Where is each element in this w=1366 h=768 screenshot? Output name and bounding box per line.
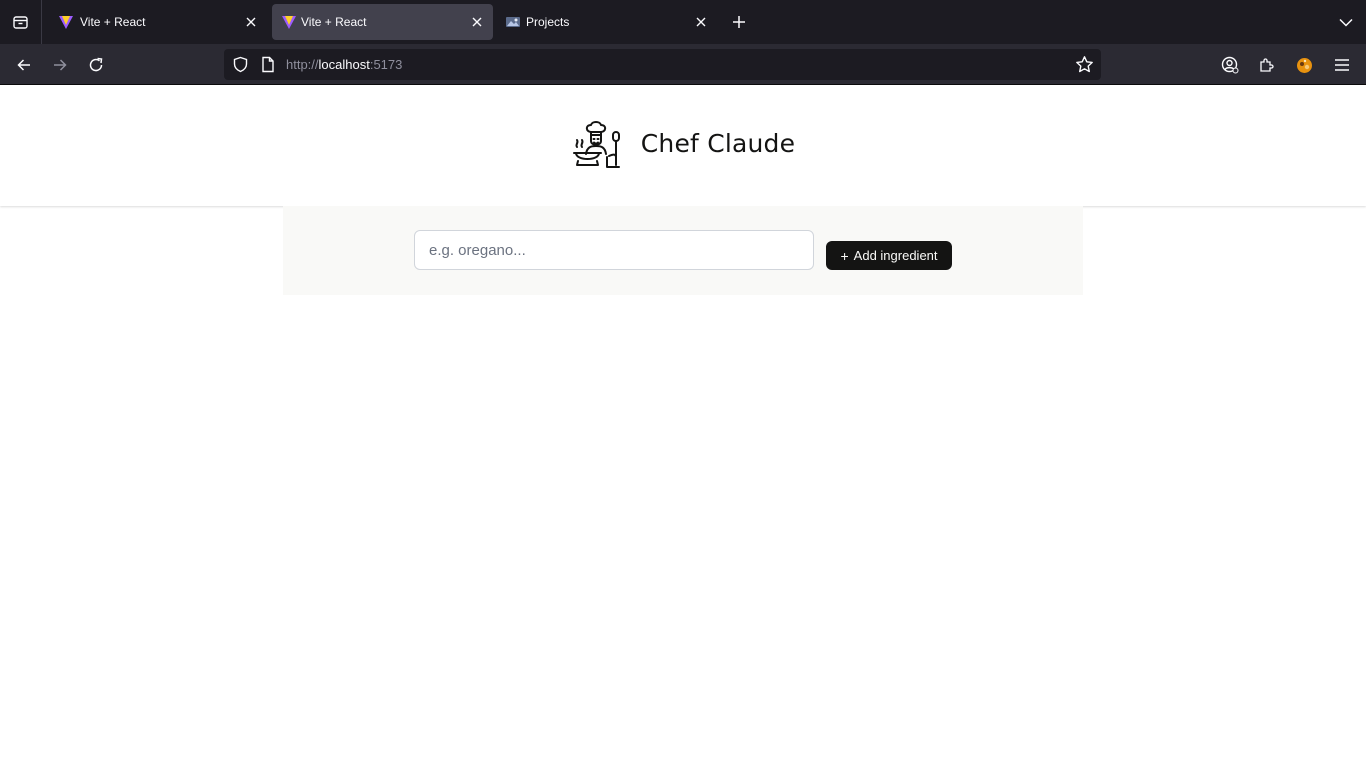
ingredient-input[interactable] — [414, 230, 814, 270]
tab-close-button[interactable] — [243, 14, 259, 30]
tab-title: Vite + React — [80, 15, 146, 29]
puzzle-icon — [1260, 58, 1274, 72]
bookmark-star-icon[interactable] — [1075, 55, 1094, 74]
tab-close-button[interactable] — [693, 14, 709, 30]
chef-icon — [572, 120, 620, 168]
tab-strip: Vite + React Vite + React Projects — [0, 0, 1366, 44]
navigation-toolbar: http://localhost:5173 — [0, 44, 1366, 85]
url-text[interactable]: http://localhost:5173 — [286, 57, 402, 72]
new-tab-button[interactable] — [728, 11, 750, 33]
hamburger-menu-icon — [1335, 59, 1349, 71]
plus-label: + — [840, 247, 849, 264]
projects-icon — [506, 17, 520, 27]
arrow-right-icon — [54, 59, 67, 71]
tab-vite-react-1[interactable]: Vite + React — [47, 4, 267, 40]
url-scheme: http:// — [286, 57, 319, 72]
extensions-button[interactable] — [1254, 53, 1278, 77]
plus-icon — [733, 16, 745, 28]
site-title: Chef Claude — [640, 129, 796, 158]
chevron-down-icon — [1339, 18, 1353, 27]
close-icon — [246, 17, 256, 27]
account-icon — [1221, 56, 1239, 74]
add-ingredient-button[interactable]: + Add ingredient — [826, 241, 952, 270]
add-ingredient-label: Add ingredient — [853, 248, 938, 263]
close-icon — [472, 17, 482, 27]
account-button[interactable] — [1218, 53, 1242, 77]
page-info-icon[interactable] — [260, 56, 276, 73]
address-bar[interactable]: http://localhost:5173 — [224, 49, 1101, 80]
app-menu-button[interactable] — [1330, 53, 1354, 77]
vite-icon — [282, 16, 296, 29]
tab-title: Projects — [526, 15, 570, 29]
tab-close-button[interactable] — [469, 14, 485, 30]
site-header: Chef Claude — [0, 85, 1366, 206]
tab-projects[interactable]: Projects — [497, 4, 717, 40]
arrow-left-icon — [17, 59, 30, 71]
add-ingredient-form: + Add ingredient — [283, 206, 1083, 295]
reload-button[interactable] — [84, 53, 108, 77]
tab-vite-react-2[interactable]: Vite + React — [272, 4, 493, 40]
list-all-tabs-button[interactable] — [1336, 12, 1356, 32]
url-port: :5173 — [369, 57, 403, 72]
shield-icon[interactable] — [232, 56, 249, 73]
reload-icon — [89, 57, 103, 72]
firefox-view-button[interactable] — [0, 0, 42, 44]
forward-button[interactable] — [48, 53, 72, 77]
extension-avatar-icon — [1296, 57, 1312, 73]
page-content: Chef Claude + Add ingredient — [0, 85, 1366, 768]
extension-avatar-button[interactable] — [1292, 53, 1316, 77]
back-button[interactable] — [12, 53, 36, 77]
tab-title: Vite + React — [301, 15, 367, 29]
url-host: localhost — [318, 57, 370, 72]
vite-icon — [59, 16, 73, 29]
firefox-view-icon — [13, 15, 28, 29]
close-icon — [696, 17, 706, 27]
